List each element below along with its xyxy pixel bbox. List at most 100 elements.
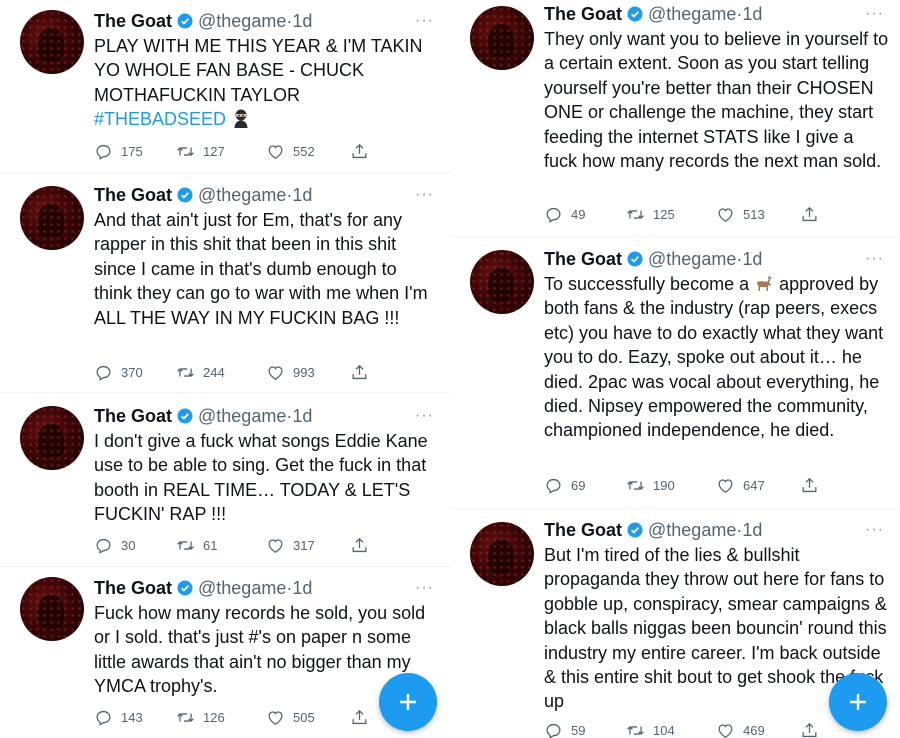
handle[interactable]: @thegame xyxy=(648,520,736,540)
tweet-header: The Goat @thegame·1d ··· xyxy=(544,3,884,25)
share-button[interactable] xyxy=(800,203,819,225)
handle[interactable]: @thegame xyxy=(198,11,286,31)
retweet-button[interactable]: 244 xyxy=(176,361,225,383)
share-button[interactable] xyxy=(350,361,369,383)
avatar[interactable] xyxy=(20,10,84,74)
more-options-icon[interactable]: ··· xyxy=(415,405,434,427)
more-options-icon[interactable]: ··· xyxy=(415,184,434,206)
tweet-card[interactable]: The Goat @thegame·1d ··· And that ain't j… xyxy=(0,174,450,393)
left-timeline-column: The Goat @thegame·1d ··· PLAY WITH ME THI… xyxy=(0,0,450,738)
like-count: 469 xyxy=(743,722,765,738)
handle[interactable]: @thegame xyxy=(198,185,286,205)
like-button[interactable]: 993 xyxy=(266,361,315,383)
verified-badge-icon xyxy=(177,13,193,29)
tweet-text: They only want you to believe in yoursel… xyxy=(544,29,894,172)
hashtag-link[interactable]: #THEBADSEED xyxy=(94,109,226,129)
like-count: 513 xyxy=(743,206,765,222)
share-button[interactable] xyxy=(350,140,369,162)
handle[interactable]: @thegame xyxy=(648,249,736,269)
like-count: 317 xyxy=(293,537,315,553)
display-name[interactable]: The Goat xyxy=(94,406,172,426)
retweet-button[interactable]: 127 xyxy=(176,140,225,162)
retweet-button[interactable]: 61 xyxy=(176,534,217,556)
like-button[interactable]: 552 xyxy=(266,140,315,162)
share-button[interactable] xyxy=(350,706,369,728)
display-name[interactable]: The Goat xyxy=(94,185,172,205)
more-options-icon[interactable]: ··· xyxy=(415,10,434,32)
retweet-button[interactable]: 104 xyxy=(626,719,675,738)
tweet-card[interactable]: The Goat @thegame·1d ··· To successfully … xyxy=(450,238,900,509)
share-icon xyxy=(800,721,819,738)
retweet-button[interactable]: 190 xyxy=(626,474,675,496)
tweet-actions: 49 125 513 xyxy=(544,203,834,225)
display-name[interactable]: The Goat xyxy=(544,4,622,24)
reply-button[interactable]: 30 xyxy=(94,534,135,556)
tweet-actions: 69 190 647 xyxy=(544,474,834,496)
handle[interactable]: @thegame xyxy=(198,578,286,598)
retweet-icon xyxy=(176,536,195,555)
avatar[interactable] xyxy=(470,522,534,586)
retweet-count: 126 xyxy=(203,709,225,725)
reply-button[interactable]: 69 xyxy=(544,474,585,496)
like-button[interactable]: 505 xyxy=(266,706,315,728)
avatar[interactable] xyxy=(20,406,84,470)
reply-button[interactable]: 370 xyxy=(94,361,143,383)
tweet-card[interactable]: The Goat @thegame·1d ··· I don't give a f… xyxy=(0,394,450,567)
more-options-icon[interactable]: ··· xyxy=(865,248,884,270)
retweet-count: 61 xyxy=(203,537,218,553)
tweet-body-start: To successfully become a xyxy=(544,274,755,294)
reply-button[interactable]: 49 xyxy=(544,203,585,225)
tweet-card[interactable]: The Goat @thegame·1d ··· PLAY WITH ME THI… xyxy=(0,0,450,173)
goat-emoji-icon xyxy=(757,275,772,291)
retweet-button[interactable]: 125 xyxy=(626,203,675,225)
avatar[interactable] xyxy=(470,6,534,70)
tweet-text: PLAY WITH ME THIS YEAR & I'M TAKIN YO WH… xyxy=(94,34,439,132)
handle[interactable]: @thegame xyxy=(198,406,286,426)
timestamp[interactable]: 1d xyxy=(292,406,312,426)
display-name[interactable]: The Goat xyxy=(544,249,622,269)
share-button[interactable] xyxy=(800,474,819,496)
display-name[interactable]: The Goat xyxy=(94,11,172,31)
tweet-text: To successfully become a approved by bot… xyxy=(544,272,889,443)
heart-icon xyxy=(716,721,735,738)
more-options-icon[interactable]: ··· xyxy=(415,577,434,599)
share-icon xyxy=(350,708,369,727)
compose-button[interactable] xyxy=(379,673,437,731)
timestamp[interactable]: 1d xyxy=(292,11,312,31)
share-icon xyxy=(800,476,819,495)
share-button[interactable] xyxy=(800,719,819,738)
tweet-actions: 143 126 505 xyxy=(94,706,384,728)
tweet-card[interactable]: The Goat @thegame·1d ··· They only want y… xyxy=(450,0,900,237)
avatar[interactable] xyxy=(20,577,84,641)
avatar[interactable] xyxy=(470,250,534,314)
display-name[interactable]: The Goat xyxy=(544,520,622,540)
like-count: 552 xyxy=(293,143,315,159)
avatar[interactable] xyxy=(20,186,84,250)
retweet-button[interactable]: 126 xyxy=(176,706,225,728)
timestamp[interactable]: 1d xyxy=(742,249,762,269)
display-name[interactable]: The Goat xyxy=(94,578,172,598)
verified-badge-icon xyxy=(627,6,643,22)
timestamp[interactable]: 1d xyxy=(292,185,312,205)
share-button[interactable] xyxy=(350,534,369,556)
reply-count: 69 xyxy=(571,477,586,493)
retweet-count: 244 xyxy=(203,364,225,380)
retweet-icon xyxy=(176,708,195,727)
handle[interactable]: @thegame xyxy=(648,4,736,24)
like-button[interactable]: 469 xyxy=(716,719,765,738)
compose-button[interactable] xyxy=(829,673,887,731)
more-options-icon[interactable]: ··· xyxy=(865,519,884,541)
share-icon xyxy=(350,536,369,555)
tweet-header: The Goat @thegame·1d ··· xyxy=(94,184,434,206)
reply-button[interactable]: 143 xyxy=(94,706,143,728)
reply-button[interactable]: 175 xyxy=(94,140,143,162)
more-options-icon[interactable]: ··· xyxy=(865,3,884,25)
retweet-count: 190 xyxy=(653,477,675,493)
reply-button[interactable]: 59 xyxy=(544,719,585,738)
timestamp[interactable]: 1d xyxy=(292,578,312,598)
timestamp[interactable]: 1d xyxy=(742,520,762,540)
timestamp[interactable]: 1d xyxy=(742,4,762,24)
like-button[interactable]: 647 xyxy=(716,474,765,496)
like-button[interactable]: 317 xyxy=(266,534,315,556)
like-button[interactable]: 513 xyxy=(716,203,765,225)
